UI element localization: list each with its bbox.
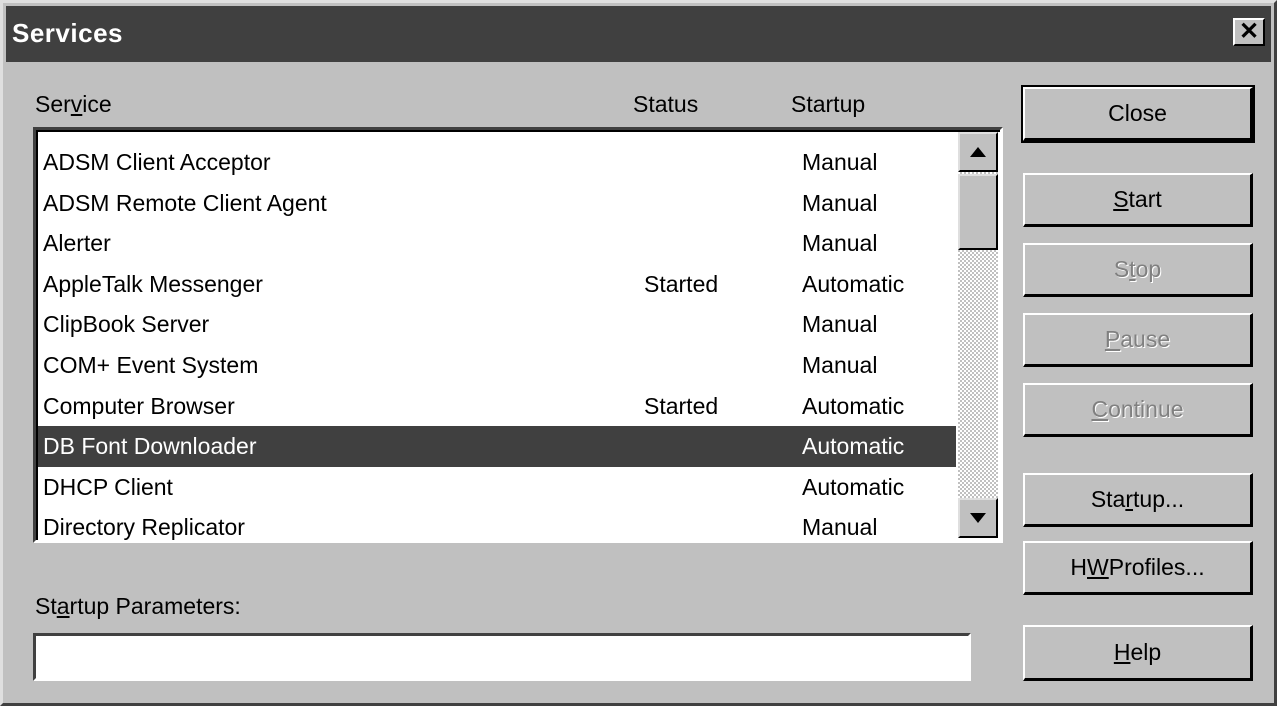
service-startup: Automatic: [802, 270, 905, 297]
service-row[interactable]: COM+ Event System Manual: [38, 345, 956, 386]
column-header-status: Status: [633, 91, 699, 117]
help-button[interactable]: Help: [1023, 625, 1253, 681]
service-name: Alerter: [43, 230, 111, 257]
service-name: DHCP Client: [43, 473, 173, 500]
service-startup: Manual: [802, 189, 878, 216]
service-row[interactable]: ADSM Client Acceptor Manual: [38, 142, 956, 183]
column-header-service: Service: [35, 91, 112, 117]
service-name: Directory Replicator: [43, 514, 245, 541]
service-row[interactable]: Directory Replicator Manual: [38, 507, 956, 541]
startup-parameters-label: Startup Parameters:: [35, 593, 241, 619]
service-startup: Manual: [802, 230, 878, 257]
service-name: COM+ Event System: [43, 351, 259, 378]
service-name: ADSM Client Acceptor: [43, 149, 271, 175]
service-status: Started: [644, 392, 719, 419]
arrow-up-icon: [970, 147, 986, 157]
service-startup: Automatic: [802, 392, 905, 419]
service-row[interactable]: ClipBook Server Manual: [38, 304, 956, 345]
services-dialog: Services ✕ Service Status Startup ADSM C…: [0, 0, 1277, 706]
service-name: DB Font Downloader: [43, 433, 257, 460]
service-row[interactable]: Computer Browser Started Automatic: [38, 386, 956, 427]
close-window-button[interactable]: ✕: [1233, 18, 1265, 46]
vertical-scrollbar[interactable]: [958, 132, 998, 538]
service-name: Computer Browser: [43, 392, 235, 419]
title-bar[interactable]: Services ✕: [6, 6, 1271, 62]
scroll-down-button[interactable]: [958, 498, 998, 538]
services-rows: ADSM Client Acceptor Manual ADSM Remote Cl…: [38, 142, 956, 541]
service-status: Started: [644, 270, 719, 297]
scrollbar-thumb[interactable]: [958, 174, 998, 250]
service-startup: Manual: [802, 514, 878, 541]
service-row[interactable]: DB Font Downloader Automatic: [38, 426, 956, 467]
hw-profiles-button[interactable]: HW Profiles...: [1023, 541, 1253, 595]
close-button[interactable]: Close: [1021, 85, 1255, 143]
close-icon: ✕: [1238, 18, 1260, 45]
service-row[interactable]: AppleTalk Messenger Started Automatic: [38, 264, 956, 305]
service-name: ADSM Remote Client Agent: [43, 189, 327, 216]
scroll-up-button[interactable]: [958, 132, 998, 172]
window-title: Services: [12, 18, 123, 48]
continue-button[interactable]: Continue: [1023, 383, 1253, 437]
services-list[interactable]: ADSM Client Acceptor Manual ADSM Remote Cl…: [33, 127, 1003, 543]
service-name: AppleTalk Messenger: [43, 270, 263, 297]
service-row[interactable]: DHCP Client Automatic: [38, 467, 956, 508]
stop-button[interactable]: St op: [1023, 243, 1253, 297]
start-button[interactable]: Start: [1023, 173, 1253, 227]
service-row[interactable]: ADSM Remote Client Agent Manual: [38, 183, 956, 224]
column-header-startup: Startup: [791, 91, 866, 117]
service-startup: Automatic: [802, 473, 905, 500]
pause-button[interactable]: Pause: [1023, 313, 1253, 367]
service-startup: Manual: [802, 351, 878, 378]
service-startup: Manual: [802, 311, 878, 338]
service-name: ClipBook Server: [43, 311, 210, 338]
arrow-down-icon: [970, 513, 986, 523]
startup-parameters-input[interactable]: [33, 633, 971, 681]
service-startup: Automatic: [802, 433, 905, 460]
service-startup: Manual: [802, 149, 878, 175]
startup-button[interactable]: Sta r tup...: [1023, 473, 1253, 527]
service-row[interactable]: Alerter Manual: [38, 223, 956, 264]
